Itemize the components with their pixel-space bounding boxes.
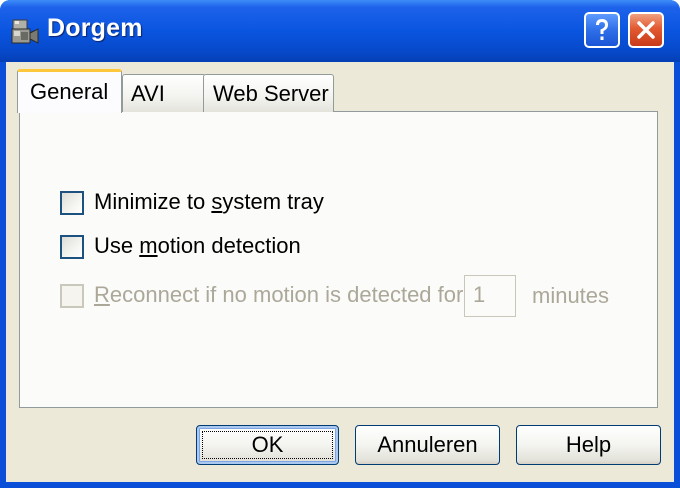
- tab-avi-label: AVI: [131, 81, 165, 106]
- ok-focus-rect: [202, 431, 333, 459]
- tab-web-server[interactable]: Web Server: [203, 74, 334, 112]
- minimize-to-tray-label: Minimize to system tray: [94, 189, 324, 214]
- title-bar[interactable]: Dorgem: [0, 0, 680, 62]
- cancel-button[interactable]: Annuleren: [355, 425, 500, 465]
- general-tab-panel: Minimize to system tray Use motion detec…: [19, 111, 658, 408]
- minimize-to-tray-option[interactable]: Minimize to system tray: [60, 189, 324, 217]
- minimize-to-tray-checkbox[interactable]: [60, 191, 84, 215]
- help-caption-button[interactable]: [584, 12, 620, 48]
- motion-detection-label: Use motion detection: [94, 233, 301, 258]
- minutes-unit-label: minutes: [532, 283, 610, 308]
- help-button-label: Help: [565, 432, 612, 457]
- window-bottom-border: [0, 482, 680, 488]
- dialog-client-area: General AVI Web Server Minimize to syste…: [6, 62, 674, 482]
- cancel-button-label: Annuleren: [377, 432, 478, 457]
- motion-detection-checkbox[interactable]: [60, 235, 84, 259]
- window-title: Dorgem: [47, 14, 143, 42]
- tab-general-label: General: [30, 79, 109, 104]
- tab-general[interactable]: General: [17, 69, 122, 113]
- help-icon: [596, 19, 608, 40]
- reconnect-option: Reconnect if no motion is detected for: [60, 282, 464, 310]
- reconnect-minutes-input: 1: [464, 275, 516, 317]
- camera-app-icon: [10, 17, 40, 47]
- close-caption-button[interactable]: [628, 12, 664, 48]
- dialog-window: Dorgem General AVI Web Server Minimize t…: [0, 0, 680, 488]
- tab-avi[interactable]: AVI: [122, 74, 206, 112]
- close-icon: [637, 21, 655, 39]
- motion-detection-option[interactable]: Use motion detection: [60, 233, 310, 261]
- help-button[interactable]: Help: [516, 425, 661, 465]
- reconnect-checkbox: [60, 284, 84, 308]
- reconnect-label: Reconnect if no motion is detected for: [94, 282, 464, 307]
- tab-web-server-label: Web Server: [213, 81, 329, 106]
- ok-button[interactable]: OK: [196, 425, 339, 465]
